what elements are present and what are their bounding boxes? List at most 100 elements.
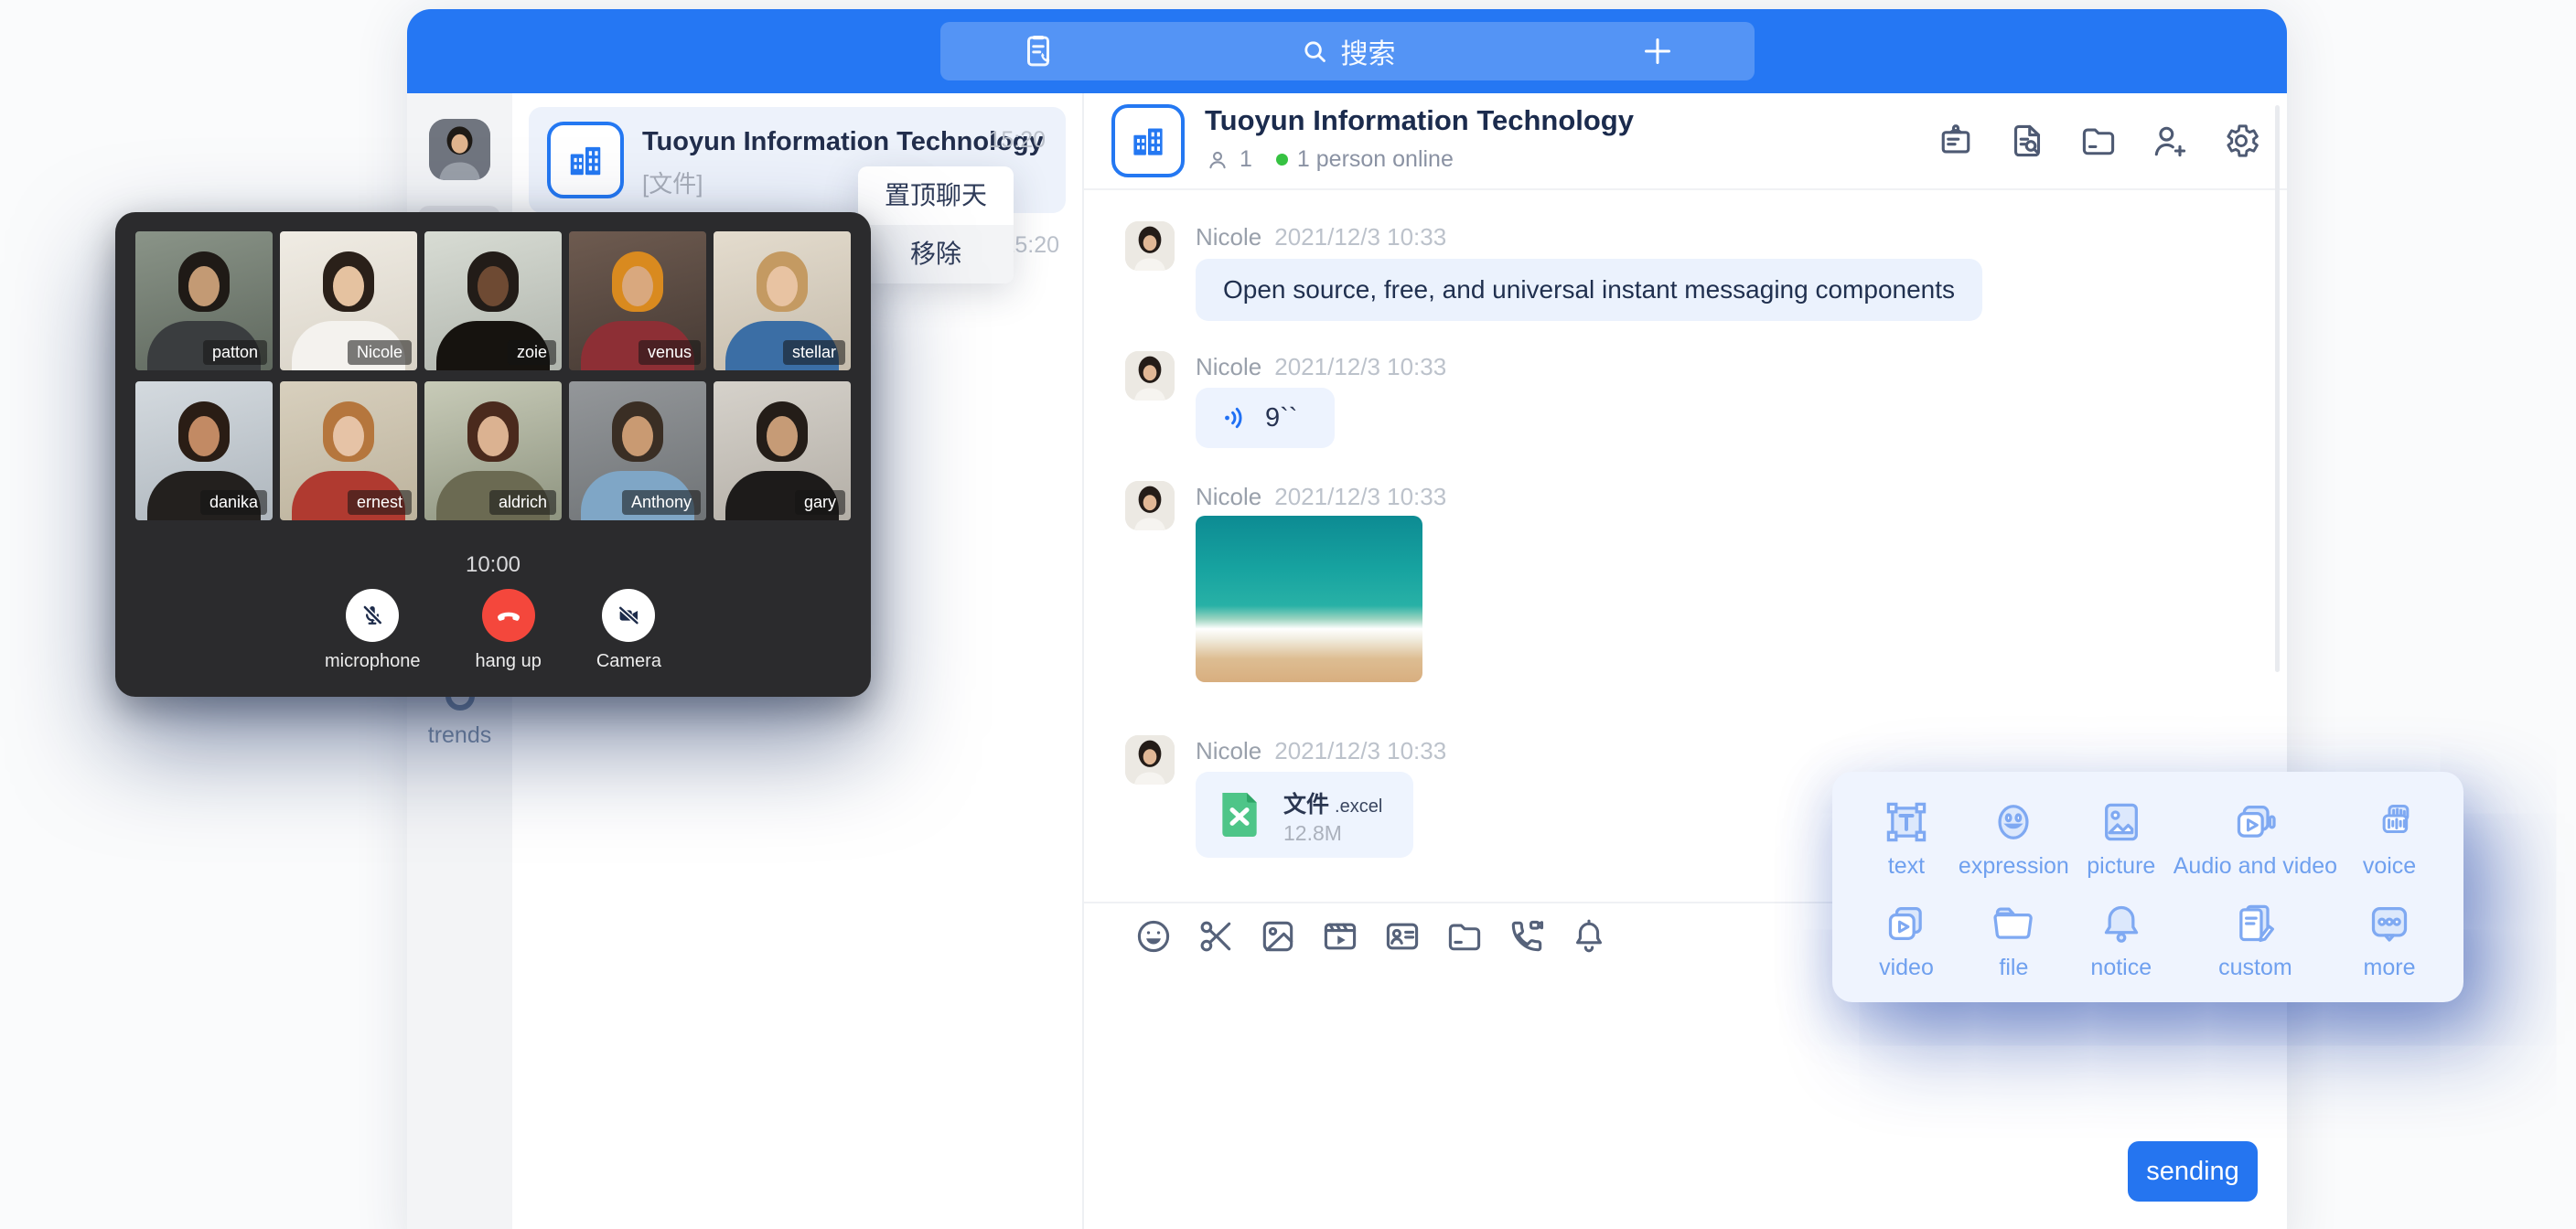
chat-header-actions — [1936, 121, 2261, 161]
topbar: 搜索 — [407, 9, 2287, 93]
add-member-icon[interactable] — [2150, 121, 2190, 161]
participant-tile: gary — [714, 381, 851, 520]
search-icon — [1299, 36, 1330, 67]
hang-up-button[interactable] — [482, 589, 535, 642]
video-call-icon[interactable] — [1507, 916, 1547, 956]
plus-icon[interactable] — [1639, 33, 1676, 69]
participant-name: patton — [203, 340, 267, 365]
message-time: 2021/12/3 10:33 — [1274, 483, 1446, 510]
microphone-mute-button[interactable] — [346, 589, 399, 642]
video-tool-icon — [1881, 898, 1932, 949]
user-avatar[interactable] — [429, 119, 490, 180]
participant-name: gary — [795, 490, 845, 515]
scrollbar[interactable] — [2275, 105, 2280, 672]
video-call-panel: patton Nicole zoie venus stellar danika … — [115, 212, 871, 697]
screenshot-scissors-icon[interactable] — [1196, 916, 1236, 956]
group-avatar — [1111, 104, 1185, 177]
tool-video[interactable]: video — [1854, 893, 1959, 986]
online-dot — [1276, 154, 1288, 166]
microphone-label: microphone — [325, 651, 421, 672]
sender-name: Nicole — [1196, 353, 1261, 380]
voice-duration: 9`` — [1265, 403, 1297, 433]
trends-label: trends — [407, 722, 512, 749]
group-avatar — [547, 122, 624, 198]
picture-tool-icon — [2096, 796, 2147, 848]
participant-name: danika — [200, 490, 267, 515]
participant-name: venus — [639, 340, 701, 365]
chat-subtitle: 1 1 person online — [1205, 146, 1454, 173]
message-meta: Nicole 2021/12/3 10:33 — [1196, 737, 1446, 765]
participant-name: Nicole — [348, 340, 412, 365]
file-message-bubble[interactable]: 文件.excel 12.8M — [1196, 772, 1413, 858]
camera-label: Camera — [596, 651, 661, 672]
sender-avatar[interactable] — [1125, 351, 1175, 401]
sender-avatar[interactable] — [1125, 735, 1175, 785]
notification-bell-icon[interactable] — [1569, 916, 1609, 956]
chat-title: Tuoyun Information Technology — [1205, 104, 1634, 137]
file-tool-icon — [1988, 898, 2039, 949]
custom-tool-icon — [2229, 898, 2281, 949]
context-menu-remove[interactable]: 移除 — [858, 225, 1014, 283]
page: 搜索 — [0, 0, 2576, 1229]
participant-tile: venus — [569, 231, 706, 370]
search-field[interactable]: 搜索 — [1299, 31, 1396, 71]
participant-tile: ernest — [280, 381, 417, 520]
voice-message-bubble[interactable]: 9`` — [1196, 388, 1335, 448]
emoji-icon[interactable] — [1133, 916, 1174, 956]
message-meta: Nicole2021/12/3 10:33 — [1196, 353, 1446, 381]
chat-header: Tuoyun Information Technology 1 1 person… — [1084, 93, 2287, 190]
participant-name: zoie — [508, 340, 556, 365]
participant-tile: patton — [135, 231, 273, 370]
conversation-time: 15:20 — [988, 127, 1046, 154]
sender-avatar[interactable] — [1125, 481, 1175, 530]
video-clip-icon[interactable] — [1320, 916, 1360, 956]
search-placeholder: 搜索 — [1341, 31, 1396, 71]
participant-name: aldrich — [489, 490, 556, 515]
sender-name: Nicole — [1196, 223, 1261, 251]
search-bar[interactable]: 搜索 — [940, 22, 1755, 80]
participant-tile: Anthony — [569, 381, 706, 520]
image-message-beach-photo[interactable] — [1196, 516, 1422, 682]
members-icon — [1205, 147, 1230, 173]
chat-search-icon[interactable] — [2007, 121, 2047, 161]
expression-tool-icon — [1988, 796, 2039, 848]
participant-grid: patton Nicole zoie venus stellar danika … — [135, 231, 851, 520]
settings-gear-icon[interactable] — [2221, 121, 2261, 161]
tool-notice[interactable]: notice — [2069, 893, 2174, 986]
folder-icon[interactable] — [2078, 121, 2119, 161]
context-menu-pin[interactable]: 置顶聊天 — [858, 166, 1014, 225]
tool-voice[interactable]: voice — [2337, 792, 2442, 884]
online-text: 1 person online — [1297, 146, 1454, 173]
text-tool-icon — [1881, 796, 1932, 848]
participant-tile: aldrich — [424, 381, 562, 520]
tool-more[interactable]: more — [2337, 893, 2442, 986]
camera-off-button[interactable] — [602, 589, 655, 642]
excel-file-icon — [1210, 785, 1269, 844]
call-log-icon[interactable] — [1019, 32, 1057, 70]
voice-wave-icon — [1219, 402, 1250, 433]
send-button[interactable]: sending — [2128, 1141, 2258, 1202]
tool-custom[interactable]: custom — [2174, 893, 2337, 986]
sender-name: Nicole — [1196, 737, 1261, 764]
tool-audio-video[interactable]: Audio and video — [2174, 792, 2337, 884]
sender-avatar[interactable] — [1125, 221, 1175, 271]
sender-name: Nicole — [1196, 483, 1261, 510]
participant-tile: stellar — [714, 231, 851, 370]
message-time: 2021/12/3 10:33 — [1274, 737, 1446, 764]
notice-tool-icon — [2096, 898, 2147, 949]
tool-picture[interactable]: picture — [2069, 792, 2174, 884]
image-icon[interactable] — [1258, 916, 1298, 956]
message-meta: Nicole 2021/12/3 10:33 — [1196, 483, 1446, 511]
participant-tile: Nicole — [280, 231, 417, 370]
chat-main: Tuoyun Information Technology 1 1 person… — [1084, 93, 2287, 1229]
announcement-icon[interactable] — [1936, 121, 1976, 161]
tool-text[interactable]: text — [1854, 792, 1959, 884]
file-folder-icon[interactable] — [1444, 916, 1485, 956]
audio-video-tool-icon — [2229, 796, 2281, 848]
contact-card-icon[interactable] — [1382, 916, 1422, 956]
message-meta: Nicole2021/12/3 10:33 — [1196, 223, 1446, 251]
tool-expression[interactable]: expression — [1959, 792, 2069, 884]
participant-tile: danika — [135, 381, 273, 520]
tool-file[interactable]: file — [1959, 893, 2069, 986]
file-ext: .excel — [1335, 796, 1382, 817]
